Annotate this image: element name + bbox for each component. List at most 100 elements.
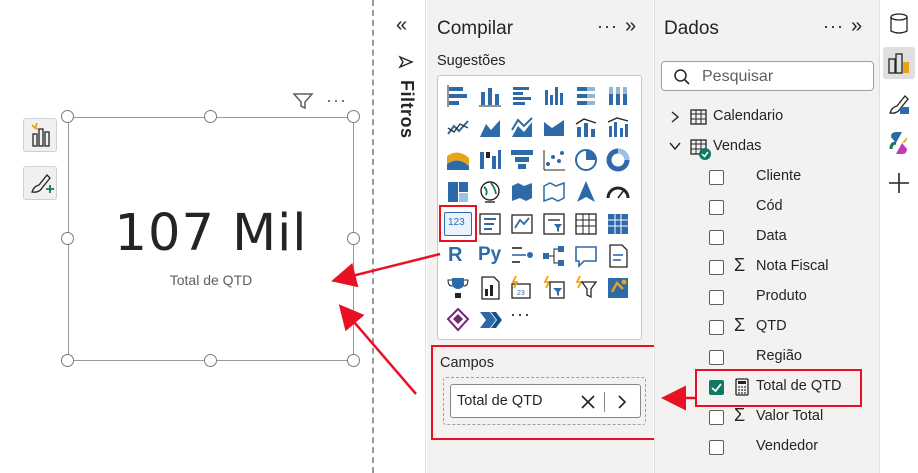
resize-handle[interactable]	[347, 232, 360, 245]
field-checkbox[interactable]	[709, 290, 724, 305]
arcgis-map-icon[interactable]	[604, 274, 632, 302]
resize-handle[interactable]	[61, 354, 74, 367]
ribbon-area-icon[interactable]	[540, 114, 568, 142]
r-visual-icon[interactable]: R	[448, 244, 476, 272]
build-more-icon[interactable]: ···	[597, 16, 618, 37]
goals-trophy-icon[interactable]	[444, 274, 472, 302]
treemap-icon[interactable]	[444, 178, 472, 206]
field-row-regiao[interactable]: Região	[655, 342, 880, 372]
copilot-icon[interactable]	[883, 127, 915, 159]
field-checkbox[interactable]	[709, 170, 724, 185]
multi-row-card-icon[interactable]	[476, 210, 504, 238]
table-icon[interactable]	[572, 210, 600, 238]
waterfall-chart-icon[interactable]	[476, 146, 504, 174]
resize-handle[interactable]	[204, 110, 217, 123]
resize-handle[interactable]	[347, 354, 360, 367]
100-stacked-bar-icon[interactable]	[572, 82, 600, 110]
field-row-nota-fiscal[interactable]: Σ Nota Fiscal	[655, 252, 880, 282]
line-chart-icon[interactable]	[444, 114, 472, 142]
chevron-right-icon[interactable]	[669, 110, 681, 124]
chevron-right-icon[interactable]	[615, 394, 629, 410]
stacked-area-chart-icon[interactable]	[508, 114, 536, 142]
field-checkbox[interactable]	[709, 230, 724, 245]
resize-handle[interactable]	[61, 110, 74, 123]
search-input[interactable]: Pesquisar	[661, 61, 874, 91]
power-automate-slicer-icon[interactable]	[540, 274, 568, 302]
shape-map-icon[interactable]	[540, 178, 568, 206]
field-checkbox[interactable]	[709, 200, 724, 215]
decomposition-tree-icon[interactable]	[540, 242, 568, 270]
field-row-cliente[interactable]: Cliente	[655, 162, 880, 192]
data-more-icon[interactable]: ···	[823, 16, 844, 37]
search-icon	[674, 69, 690, 85]
azure-map-icon[interactable]	[572, 178, 600, 206]
field-row-vendedor[interactable]: Vendedor	[655, 432, 880, 462]
matrix-icon[interactable]	[604, 210, 632, 238]
paginated-report-icon[interactable]	[476, 274, 504, 302]
report-canvas[interactable]: ··· 107 Mil Total de QTD	[0, 0, 372, 473]
python-visual-icon[interactable]: Py	[478, 244, 506, 272]
table-node-vendas[interactable]: Vendas	[655, 132, 880, 162]
resize-handle[interactable]	[61, 232, 74, 245]
format-paintbrush-icon[interactable]	[883, 88, 915, 120]
donut-chart-icon[interactable]	[604, 146, 632, 174]
table-node-calendario[interactable]: Calendario	[655, 102, 880, 132]
ribbon-chart-icon[interactable]	[444, 146, 472, 174]
data-cylinder-icon[interactable]	[883, 8, 915, 40]
field-checkbox[interactable]	[709, 260, 724, 275]
suggestions-label: Sugestões	[437, 53, 506, 69]
field-checkbox[interactable]	[709, 350, 724, 365]
smart-narrative-icon[interactable]	[604, 242, 632, 270]
field-pill-label: Total de QTD	[457, 393, 543, 409]
build-visual-rail-button[interactable]	[883, 47, 915, 79]
collapse-data-chevron-icon[interactable]: »	[851, 15, 862, 38]
fields-drop-zone[interactable]: Total de QTD	[443, 377, 646, 425]
field-row-qtd[interactable]: Σ QTD	[655, 312, 880, 342]
funnel-chart-icon[interactable]	[508, 146, 536, 174]
field-label: Cliente	[756, 168, 802, 184]
filters-pane-collapsed[interactable]: «	[386, 0, 426, 473]
filled-map-icon[interactable]	[508, 178, 536, 206]
stacked-bar-chart-icon[interactable]	[444, 82, 472, 110]
pie-chart-icon[interactable]	[572, 146, 600, 174]
power-apps-filter-icon[interactable]	[572, 274, 600, 302]
add-plus-icon[interactable]	[883, 167, 915, 199]
qa-icon[interactable]	[572, 242, 600, 270]
more-options-icon[interactable]: ···	[326, 90, 347, 111]
filters-label[interactable]: Filtros	[396, 80, 417, 139]
field-pill[interactable]: Total de QTD	[450, 384, 641, 418]
map-globe-icon[interactable]	[476, 178, 504, 206]
power-automate-icon[interactable]	[476, 306, 504, 334]
field-row-cod[interactable]: Cód	[655, 192, 880, 222]
card-visual[interactable]: 107 Mil Total de QTD	[68, 117, 354, 361]
field-row-data[interactable]: Data	[655, 222, 880, 252]
remove-field-icon[interactable]	[579, 393, 597, 411]
field-checkbox[interactable]	[709, 440, 724, 455]
power-apps-icon[interactable]	[444, 306, 472, 334]
line-and-clustered-column-icon[interactable]	[604, 114, 632, 142]
area-chart-icon[interactable]	[476, 114, 504, 142]
filter-icon[interactable]	[292, 92, 314, 110]
expand-chevron-icon[interactable]: «	[396, 14, 407, 37]
resize-handle[interactable]	[347, 110, 360, 123]
format-visual-button[interactable]	[23, 166, 57, 200]
field-row-produto[interactable]: Produto	[655, 282, 880, 312]
100-stacked-column-icon[interactable]	[604, 82, 632, 110]
power-apps-kpi-icon[interactable]: 23	[508, 274, 536, 302]
key-influencers-icon[interactable]	[508, 242, 536, 270]
scatter-chart-icon[interactable]	[540, 146, 568, 174]
visual-suggestion-button[interactable]	[23, 118, 57, 152]
slicer-icon[interactable]	[540, 210, 568, 238]
field-checkbox[interactable]	[709, 320, 724, 335]
resize-handle[interactable]	[204, 354, 217, 367]
clustered-bar-chart-icon[interactable]	[508, 82, 536, 110]
stacked-column-chart-icon[interactable]	[476, 82, 504, 110]
chevron-down-icon[interactable]	[668, 140, 682, 152]
kpi-icon[interactable]	[508, 210, 536, 238]
more-visuals-icon[interactable]: ···	[510, 304, 538, 332]
line-and-column-icon[interactable]	[572, 114, 600, 142]
field-checkbox[interactable]	[709, 410, 724, 425]
collapse-chevron-icon[interactable]: »	[625, 15, 636, 38]
clustered-column-chart-icon[interactable]	[540, 82, 568, 110]
gauge-icon[interactable]	[604, 178, 632, 206]
